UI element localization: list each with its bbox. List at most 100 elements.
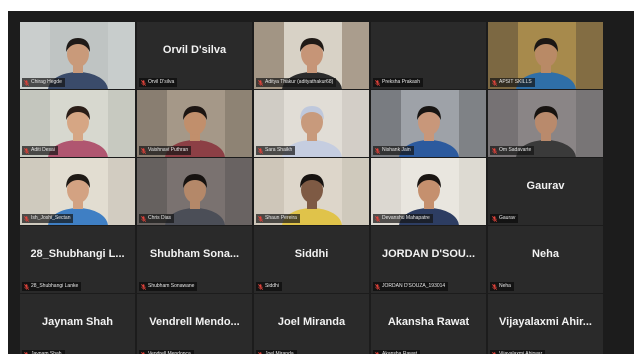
mic-off-icon xyxy=(492,283,497,290)
participant-tile-chris-dias[interactable]: Chris Dias xyxy=(137,158,252,225)
participant-name-label: Siddhi xyxy=(256,282,282,291)
mic-off-icon xyxy=(375,79,380,86)
mic-off-icon xyxy=(24,215,29,222)
participant-name: JORDAN D'SOUZA_193014 xyxy=(382,283,446,289)
mic-off-icon xyxy=(375,147,380,154)
mic-off-icon xyxy=(141,147,146,154)
participant-tile-chirag-hegde[interactable]: Chirag Hegde xyxy=(20,22,135,89)
participant-name-label: Nishank Jain xyxy=(373,146,414,155)
participant-display-name: Neha xyxy=(532,248,559,260)
participant-display-name: JORDAN D'SOU... xyxy=(381,248,476,260)
participant-tile-devanshu-mahapatre[interactable]: Devanshu Mahapatre xyxy=(371,158,486,225)
participant-name-label: Joel Miranda xyxy=(256,350,297,354)
participant-name-label: Aditya Thakur (adityathakur68) xyxy=(256,78,337,87)
participant-name: Siddhi xyxy=(265,283,279,289)
mic-off-icon xyxy=(492,147,497,154)
participant-tile-orvil-d-silva[interactable]: Orvil D'silva Orvil D'silva xyxy=(137,22,252,89)
participant-name-label: Orvil D'silva xyxy=(139,78,178,87)
participant-name-label: JORDAN D'SOUZA_193014 xyxy=(373,282,449,291)
participant-tile-vaishnavi-puthran[interactable]: Vaishnavi Puthran xyxy=(137,90,252,157)
participant-tile-om-sadavarte[interactable]: Om Sadavarte xyxy=(488,90,603,157)
participant-name-label: Akansha Rawat xyxy=(373,350,421,354)
participant-tile-jordan-d-souza-193014[interactable]: JORDAN D'SOU... JORDAN D'SOUZA_193014 xyxy=(371,226,486,293)
participant-name: Akansha Rawat xyxy=(382,351,418,354)
mic-off-icon xyxy=(141,215,146,222)
participant-name-label: Gaurav xyxy=(490,214,519,223)
participant-tile-shaun-pereira[interactable]: Shaun Pereira xyxy=(254,158,369,225)
participant-tile-sara-shaikh[interactable]: Sara Shaikh xyxy=(254,90,369,157)
meeting-window: Chirag Hegde Orvil D'silva Orvil D'silva Ad… xyxy=(0,0,634,354)
mic-off-icon xyxy=(24,147,29,154)
mic-off-icon xyxy=(492,79,497,86)
participant-tile-neha[interactable]: Neha Neha xyxy=(488,226,603,293)
mic-off-icon xyxy=(375,283,380,290)
mic-off-icon xyxy=(141,79,146,86)
mic-off-icon xyxy=(258,147,263,154)
participant-name-label: Vijayalaxmi Ahirwar xyxy=(490,350,546,354)
mic-off-icon xyxy=(258,215,263,222)
participant-tile-28-shubhangi-lanke[interactable]: 28_Shubhangi L... 28_Shubhangi Lanke xyxy=(20,226,135,293)
participant-tile-siddhi[interactable]: Siddhi Siddhi xyxy=(254,226,369,293)
participant-tile-aditi-desai[interactable]: Aditi Desai xyxy=(20,90,135,157)
participant-name-label: 28_Shubhangi Lanke xyxy=(22,282,82,291)
participant-display-name: Akansha Rawat xyxy=(387,316,470,328)
participant-name: Neha xyxy=(499,283,511,289)
participant-name: Gaurav xyxy=(499,215,516,221)
participant-display-name: Jaynam Shah xyxy=(42,316,113,328)
participant-tile-shubham-sonawane[interactable]: Shubham Sona... Shubham Sonawane xyxy=(137,226,252,293)
participant-name: Nishank Jain xyxy=(382,147,411,153)
participant-name: Shaun Pereira xyxy=(265,215,297,221)
mic-off-icon xyxy=(141,283,146,290)
participant-tile-vendrell-mendonca[interactable]: Vendrell Mendo... Vendrell Mendonca xyxy=(137,294,252,354)
participant-tile-aditya-thakur-adityathakur68[interactable]: Aditya Thakur (adityathakur68) xyxy=(254,22,369,89)
participant-name-label: Om Sadavarte xyxy=(490,146,535,155)
participant-tile-jaynam-shah[interactable]: Jaynam Shah Jaynam Shah xyxy=(20,294,135,354)
participant-tile-preksha-prakash[interactable]: Preksha Prakash xyxy=(371,22,486,89)
participant-display-name: Vijayalaxmi Ahir... xyxy=(499,316,592,328)
participant-display-name: Shubham Sona... xyxy=(149,248,240,260)
mic-off-icon xyxy=(258,79,263,86)
participant-name-label: Vaishnavi Puthran xyxy=(139,146,192,155)
participant-name: Joel Miranda xyxy=(265,351,294,354)
participant-tile-akansha-rawat[interactable]: Akansha Rawat Akansha Rawat xyxy=(371,294,486,354)
participant-name-label: Neha xyxy=(490,282,514,291)
participant-name: Orvil D'silva xyxy=(148,79,175,85)
mic-off-icon xyxy=(24,79,29,86)
participant-tile-gaurav[interactable]: Gaurav Gaurav xyxy=(488,158,603,225)
participant-name-label: Aditi Desai xyxy=(22,146,58,155)
mic-off-icon xyxy=(258,283,263,290)
mic-off-icon xyxy=(492,215,497,222)
participant-name-label: Sara Shaikh xyxy=(256,146,296,155)
gallery-view: Chirag Hegde Orvil D'silva Orvil D'silva Ad… xyxy=(8,11,634,354)
participant-name-label: Vendrell Mendonca xyxy=(139,350,194,354)
participant-tile-nishank-jain[interactable]: Nishank Jain xyxy=(371,90,486,157)
participant-name-label: Shubham Sonawane xyxy=(139,282,198,291)
participant-name: Jaynam Shah xyxy=(31,351,62,354)
participant-name: Vendrell Mendonca xyxy=(148,351,191,354)
participant-name-label: Shaun Pereira xyxy=(256,214,300,223)
mic-off-icon xyxy=(375,215,380,222)
participant-tile-joel-miranda[interactable]: Joel Miranda Joel Miranda xyxy=(254,294,369,354)
participant-name: Aditi Desai xyxy=(31,147,55,153)
participant-display-name: Joel Miranda xyxy=(277,316,346,328)
participant-name: Aditya Thakur (adityathakur68) xyxy=(265,79,334,85)
participant-name-label: Ish_Joshi_Sectan xyxy=(22,214,74,223)
participant-display-name: Vendrell Mendo... xyxy=(149,316,240,328)
participant-name: APSIT SKILLS xyxy=(499,79,532,85)
participant-name: Chirag Hegde xyxy=(31,79,62,85)
participant-name: Chris Dias xyxy=(148,215,172,221)
participant-name: Preksha Prakash xyxy=(382,79,421,85)
participant-name: Ish_Joshi_Sectan xyxy=(31,215,71,221)
participant-tile-ish-joshi-sectan[interactable]: Ish_Joshi_Sectan xyxy=(20,158,135,225)
participant-name: Vaishnavi Puthran xyxy=(148,147,189,153)
participant-tile-vijayalaxmi-ahirwar[interactable]: Vijayalaxmi Ahir... Vijayalaxmi Ahirwar xyxy=(488,294,603,354)
participant-name: Om Sadavarte xyxy=(499,147,532,153)
participant-name: Shubham Sonawane xyxy=(148,283,195,289)
participant-name-label: Preksha Prakash xyxy=(373,78,424,87)
participant-display-name: 28_Shubhangi L... xyxy=(30,248,125,260)
participant-name-label: APSIT SKILLS xyxy=(490,78,535,87)
participant-name-label: Chirag Hegde xyxy=(22,78,65,87)
participant-tile-apsit-skills[interactable]: APSIT SKILLS xyxy=(488,22,603,89)
participant-name: 28_Shubhangi Lanke xyxy=(31,283,79,289)
participant-name-label: Jaynam Shah xyxy=(22,350,65,354)
